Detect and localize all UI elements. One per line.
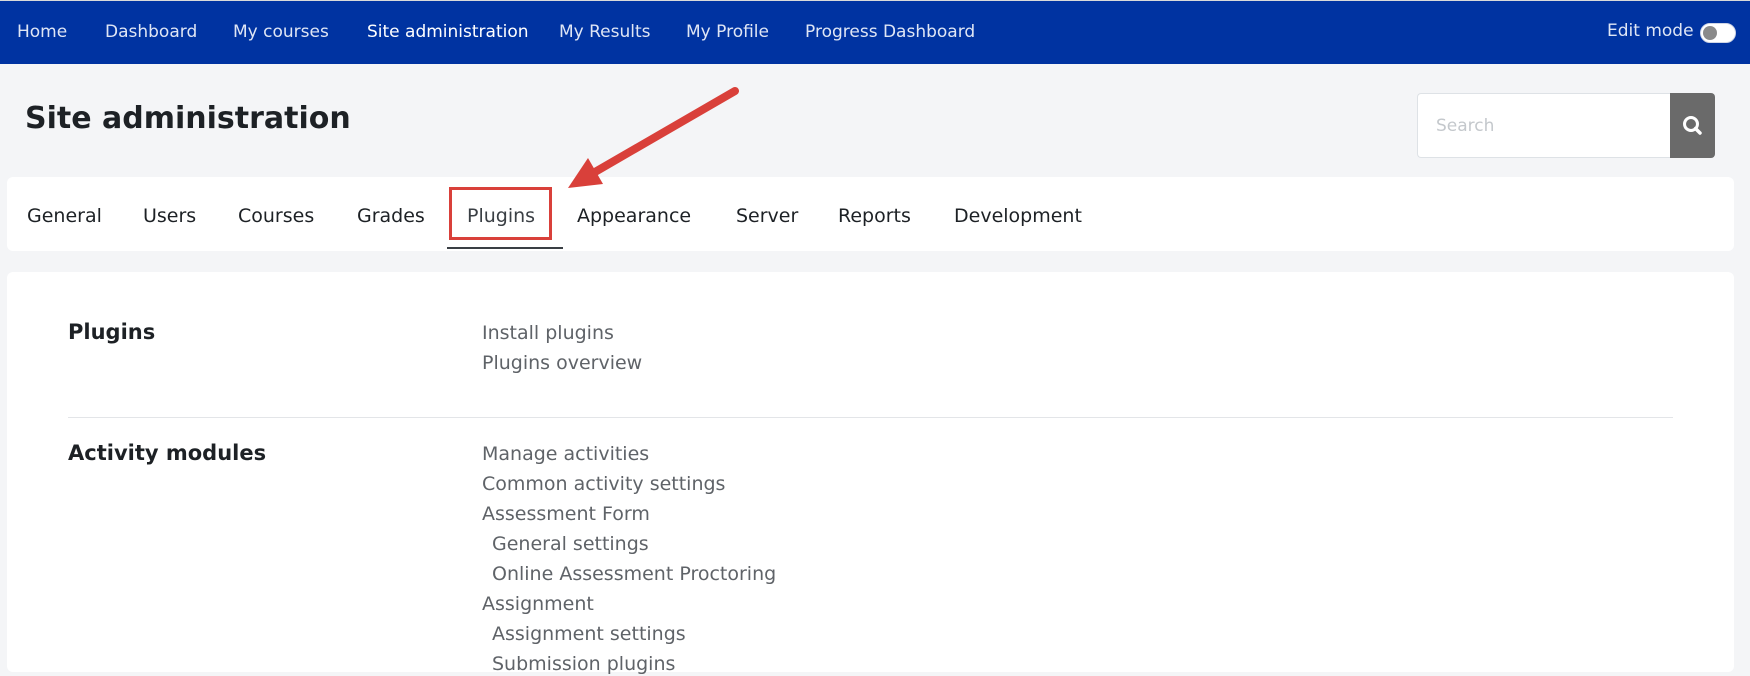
tab-reports[interactable]: Reports bbox=[838, 204, 911, 228]
search-input[interactable] bbox=[1417, 93, 1670, 158]
link-install-plugins[interactable]: Install plugins bbox=[482, 321, 614, 345]
edit-mode-toggle[interactable] bbox=[1700, 23, 1736, 43]
tab-plugins[interactable]: Plugins bbox=[467, 204, 535, 228]
top-navbar: Home Dashboard My courses Site administr… bbox=[0, 0, 1750, 64]
search-button[interactable] bbox=[1670, 93, 1715, 158]
link-assignment[interactable]: Assignment bbox=[482, 592, 594, 616]
tab-general[interactable]: General bbox=[27, 204, 102, 228]
section-title-plugins: Plugins bbox=[68, 320, 156, 344]
admin-content: Plugins Install plugins Plugins overview… bbox=[7, 272, 1734, 675]
link-assignment-settings[interactable]: Assignment settings bbox=[492, 622, 686, 646]
page-title: Site administration bbox=[25, 101, 351, 136]
search-icon bbox=[1683, 116, 1702, 135]
nav-item-progress-dashboard[interactable]: Progress Dashboard bbox=[805, 21, 975, 43]
nav-item-my-courses[interactable]: My courses bbox=[233, 21, 329, 43]
active-tab-indicator bbox=[447, 247, 563, 249]
link-assessment-form[interactable]: Assessment Form bbox=[482, 502, 650, 526]
link-common-activity-settings[interactable]: Common activity settings bbox=[482, 472, 725, 496]
tab-grades[interactable]: Grades bbox=[357, 204, 425, 228]
nav-item-my-results[interactable]: My Results bbox=[559, 21, 651, 43]
edit-mode-label: Edit mode bbox=[1607, 21, 1694, 41]
nav-item-my-profile[interactable]: My Profile bbox=[686, 21, 769, 43]
tab-development[interactable]: Development bbox=[954, 204, 1082, 228]
link-online-assessment-proctoring[interactable]: Online Assessment Proctoring bbox=[492, 562, 776, 586]
link-submission-plugins[interactable]: Submission plugins bbox=[492, 652, 675, 676]
nav-item-dashboard[interactable]: Dashboard bbox=[105, 21, 197, 43]
nav-item-site-administration[interactable]: Site administration bbox=[367, 21, 529, 43]
admin-tabs: General Users Courses Grades Plugins App… bbox=[7, 177, 1734, 251]
link-plugins-overview[interactable]: Plugins overview bbox=[482, 351, 642, 375]
link-general-settings[interactable]: General settings bbox=[492, 532, 649, 556]
tab-courses[interactable]: Courses bbox=[238, 204, 314, 228]
nav-item-home[interactable]: Home bbox=[17, 21, 67, 43]
section-divider bbox=[68, 417, 1673, 418]
tab-users[interactable]: Users bbox=[143, 204, 196, 228]
link-manage-activities[interactable]: Manage activities bbox=[482, 442, 649, 466]
tab-server[interactable]: Server bbox=[736, 204, 798, 228]
section-title-activity-modules: Activity modules bbox=[68, 441, 267, 465]
tab-appearance[interactable]: Appearance bbox=[577, 204, 691, 228]
toggle-knob bbox=[1703, 26, 1717, 40]
